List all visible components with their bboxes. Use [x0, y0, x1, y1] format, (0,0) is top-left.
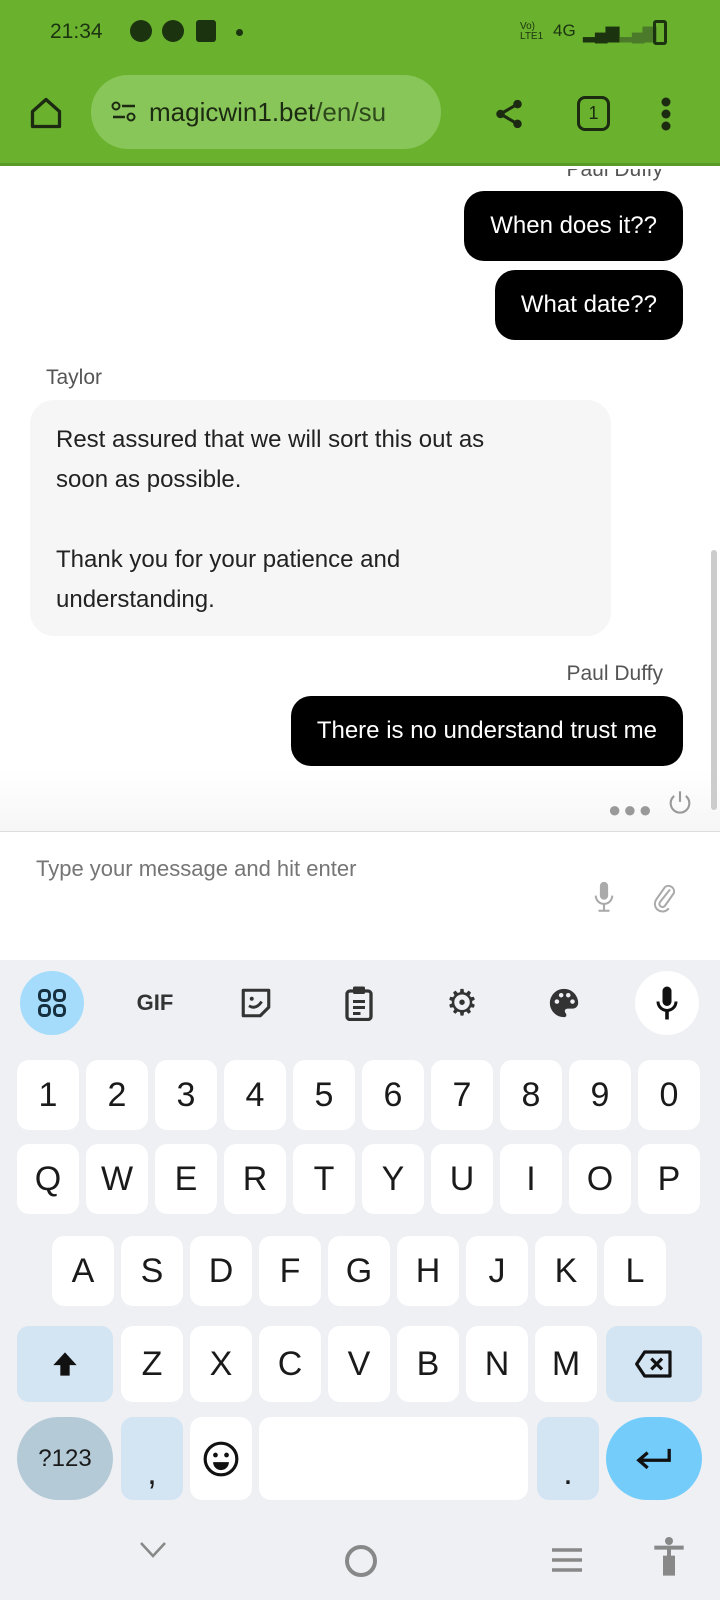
microphone-icon [656, 986, 678, 1020]
key-0[interactable]: 0 [638, 1060, 700, 1130]
key-e[interactable]: E [155, 1144, 217, 1214]
clipboard-icon[interactable] [344, 985, 374, 1021]
key-a[interactable]: A [52, 1236, 114, 1306]
message-input[interactable] [36, 852, 596, 886]
notification-icon [130, 20, 152, 42]
key-6[interactable]: 6 [362, 1060, 424, 1130]
key-3[interactable]: 3 [155, 1060, 217, 1130]
site-settings-icon[interactable] [111, 101, 137, 123]
shift-key[interactable] [17, 1326, 113, 1402]
key-u[interactable]: U [431, 1144, 493, 1214]
url-bar[interactable]: magicwin1.bet/en/su [91, 75, 441, 149]
key-i[interactable]: I [500, 1144, 562, 1214]
more-notifications-icon [236, 29, 243, 36]
key-o[interactable]: O [569, 1144, 631, 1214]
network-type: 4G [553, 21, 576, 40]
message-line [56, 500, 585, 540]
comma-key[interactable]: , [121, 1417, 183, 1500]
key-z[interactable]: Z [121, 1326, 183, 1402]
key-t[interactable]: T [293, 1144, 355, 1214]
key-p[interactable]: P [638, 1144, 700, 1214]
apps-icon[interactable] [20, 971, 84, 1035]
key-4[interactable]: 4 [224, 1060, 286, 1130]
key-s[interactable]: S [121, 1236, 183, 1306]
recent-apps-icon[interactable] [550, 1546, 584, 1574]
message-bubble-sent: When does it?? [464, 191, 683, 261]
status-time: 21:34 [50, 20, 103, 43]
accessibility-icon[interactable] [653, 1537, 685, 1577]
signal-icon: ▂▄▆ [583, 22, 619, 42]
message-line: understanding. [56, 586, 215, 613]
hide-keyboard-icon[interactable] [138, 1540, 168, 1560]
key-1[interactable]: 1 [17, 1060, 79, 1130]
message-bubble-received: Rest assured that we will sort this out … [30, 400, 611, 636]
message-line: soon as possible. [56, 466, 242, 493]
tab-switcher-button[interactable]: 1 [577, 96, 610, 131]
battery-icon [653, 20, 667, 45]
key-n[interactable]: N [466, 1326, 528, 1402]
message-line: Rest assured that we will sort this out … [56, 426, 485, 453]
sticker-icon[interactable] [239, 986, 273, 1020]
volte-icon: Vo) LTE1 [520, 21, 544, 42]
attachment-icon[interactable] [650, 880, 680, 914]
power-icon[interactable] [666, 788, 694, 818]
message-line: Thank you for your patience and [56, 546, 401, 573]
browser-toolbar: 21:34 Vo) LTE1 4G ▂▄▆ ▂▄▆ magicwin1.bet /… [0, 0, 720, 166]
key-j[interactable]: J [466, 1236, 528, 1306]
key-x[interactable]: X [190, 1326, 252, 1402]
key-q[interactable]: Q [17, 1144, 79, 1214]
space-key[interactable] [259, 1417, 528, 1500]
key-w[interactable]: W [86, 1144, 148, 1214]
key-2[interactable]: 2 [86, 1060, 148, 1130]
key-m[interactable]: M [535, 1326, 597, 1402]
theme-palette-icon[interactable] [547, 986, 581, 1020]
key-c[interactable]: C [259, 1326, 321, 1402]
symbols-key[interactable]: ?123 [17, 1417, 113, 1500]
period-key[interactable]: . [537, 1417, 599, 1500]
url-path: /en/su [315, 96, 387, 127]
signal-icon-sim2: ▂▄▆ [620, 22, 656, 42]
voice-input-button[interactable] [635, 971, 699, 1035]
key-9[interactable]: 9 [569, 1060, 631, 1130]
key-b[interactable]: B [397, 1326, 459, 1402]
sender-label: Paul Duffy [566, 662, 664, 685]
key-7[interactable]: 7 [431, 1060, 493, 1130]
key-h[interactable]: H [397, 1236, 459, 1306]
gif-button[interactable]: GIF [137, 990, 174, 1016]
microphone-icon[interactable] [593, 880, 615, 914]
url-domain: magicwin1.bet [149, 96, 316, 127]
key-f[interactable]: F [259, 1236, 321, 1306]
key-r[interactable]: R [224, 1144, 286, 1214]
key-v[interactable]: V [328, 1326, 390, 1402]
key-5[interactable]: 5 [293, 1060, 355, 1130]
home-icon[interactable] [28, 95, 64, 131]
shopping-bag-icon [196, 20, 216, 42]
message-bubble-sent: There is no understand trust me [290, 696, 683, 766]
scrollbar[interactable] [711, 550, 717, 810]
more-options-icon[interactable] [658, 96, 674, 132]
notification-icon [162, 20, 184, 42]
key-k[interactable]: K [535, 1236, 597, 1306]
share-icon[interactable] [492, 96, 526, 132]
key-8[interactable]: 8 [500, 1060, 562, 1130]
key-l[interactable]: L [604, 1236, 666, 1306]
message-composer [0, 831, 720, 960]
message-bubble-sent: What date?? [494, 270, 683, 340]
settings-icon[interactable]: ⚙ [446, 982, 478, 1024]
home-nav-icon[interactable] [345, 1545, 377, 1577]
emoji-key[interactable] [190, 1417, 252, 1500]
key-d[interactable]: D [190, 1236, 252, 1306]
more-icon[interactable]: ●●● [608, 797, 654, 823]
sender-label: Taylor [46, 366, 103, 389]
enter-key[interactable] [606, 1417, 702, 1500]
key-g[interactable]: G [328, 1236, 390, 1306]
backspace-key[interactable] [606, 1326, 702, 1402]
key-y[interactable]: Y [362, 1144, 424, 1214]
